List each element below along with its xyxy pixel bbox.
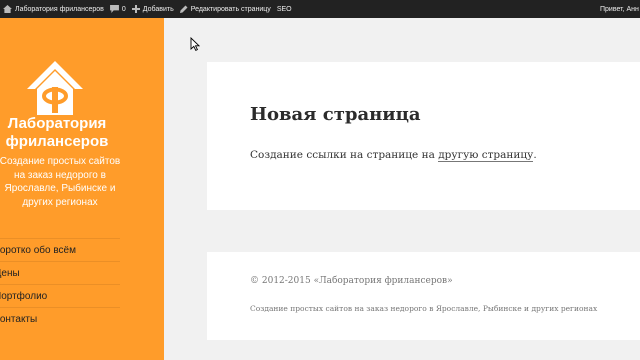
pencil-icon xyxy=(179,5,188,13)
menu-item-label: Портфолио xyxy=(0,291,48,302)
menu-item-label: Цены xyxy=(0,268,20,279)
admin-edit-page[interactable]: Редактировать страницу xyxy=(179,0,277,18)
post-text-before: Создание ссылки на странице на xyxy=(250,149,439,161)
admin-edit-label: Редактировать страницу xyxy=(190,5,271,13)
site-title[interactable]: Лаборатория фрилансеров xyxy=(0,115,124,151)
site-footer: © 2012-2015 «Лаборатория фрилансеров» Со… xyxy=(207,252,640,340)
site-title-line2: фрилансеров xyxy=(5,133,109,150)
post-text-after: . xyxy=(533,149,537,161)
menu-item-about[interactable]: Коротко обо всём xyxy=(0,238,120,261)
house-logo-icon[interactable] xyxy=(25,59,85,117)
menu-item-portfolio[interactable]: Портфолио xyxy=(0,284,120,307)
admin-add-label: Добавить xyxy=(142,5,174,13)
post-link[interactable]: другую страницу xyxy=(438,149,534,162)
menu-item-prices[interactable]: Цены xyxy=(0,261,120,284)
admin-seo-label: SEO xyxy=(276,5,292,13)
admin-greeting: Привет, Анн xyxy=(600,5,639,13)
menu-item-label: Контакты xyxy=(0,314,38,325)
menu-item-contacts[interactable]: Контакты xyxy=(0,307,120,330)
post-title: Новая страница xyxy=(250,104,421,125)
site-title-line1: Лаборатория xyxy=(7,115,107,132)
menu-item-label: Коротко обо всём xyxy=(0,245,76,256)
admin-comments[interactable]: 0 xyxy=(109,0,132,18)
admin-seo[interactable]: SEO xyxy=(277,0,298,18)
plus-icon xyxy=(131,5,140,13)
post-content: Создание ссылки на странице на другую ст… xyxy=(250,149,537,162)
comment-icon xyxy=(109,5,119,13)
admin-comments-count: 0 xyxy=(121,5,126,13)
admin-account[interactable]: Привет, Анн xyxy=(600,0,640,18)
admin-add-new[interactable]: Добавить xyxy=(131,0,180,18)
admin-site-link[interactable]: Лаборатория фрилансеров xyxy=(0,0,110,18)
sidebar: Лаборатория фрилансеров Создание простых… xyxy=(0,18,164,360)
admin-bar: Лаборатория фрилансеров 0 Добавить Редак… xyxy=(0,0,640,18)
footer-copyright: © 2012-2015 «Лаборатория фрилансеров» xyxy=(250,276,453,286)
footer-description: Создание простых сайтов на заказ недорог… xyxy=(250,304,598,313)
mouse-cursor-icon xyxy=(190,37,200,51)
main-menu: Коротко обо всём Цены Портфолио Контакты xyxy=(0,238,120,330)
home-icon xyxy=(3,5,12,13)
site-description: Создание простых сайтов на заказ недорог… xyxy=(0,156,121,208)
admin-site-name: Лаборатория фрилансеров xyxy=(15,5,104,13)
post-article: Новая страница Создание ссылки на страни… xyxy=(207,62,640,210)
